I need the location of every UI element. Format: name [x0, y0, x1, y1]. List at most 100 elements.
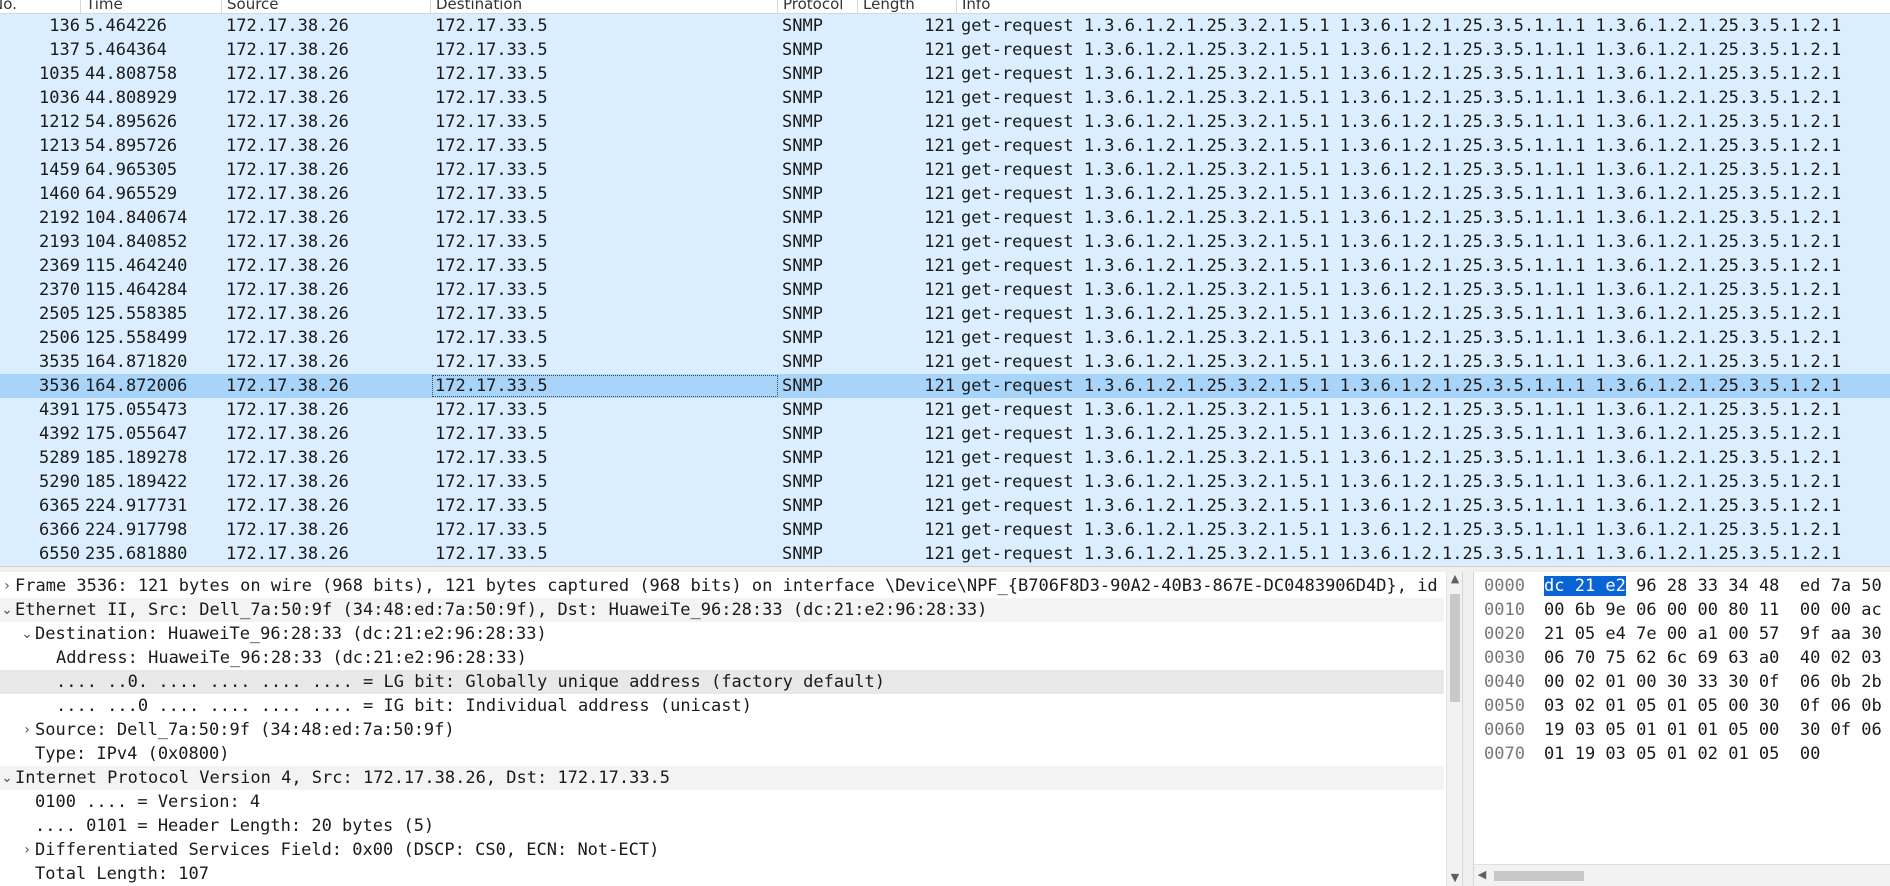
chevron-right-icon[interactable]: › [20, 718, 34, 742]
detail-tree-item[interactable]: ⌄ Destination: HuaweiTe_96:28:33 (dc:21:e… [0, 622, 1444, 646]
column-header-source[interactable]: Source [221, 0, 279, 13]
hex-bytes[interactable]: 19 03 05 01 01 01 05 00 30 0f 06 0 [1544, 718, 1890, 742]
packet-time: 54.895726 [85, 136, 178, 156]
packet-details-pane[interactable]: › Frame 3536: 121 bytes on wire (968 bits… [0, 572, 1462, 886]
packet-destination: 172.17.33.5 [435, 544, 548, 564]
packet-row[interactable]: 6365 224.917731 172.17.38.26 172.17.33.5 SNM… [0, 494, 1890, 518]
column-header-protocol[interactable]: Protocol [777, 0, 843, 13]
detail-tree-item-label: Type: IPv4 (0x0800) [35, 744, 230, 764]
column-header-time[interactable]: Time [80, 0, 123, 13]
column-header-destination[interactable]: Destination [430, 0, 522, 13]
chevron-down-icon[interactable]: ⌄ [0, 598, 14, 622]
hex-bytes[interactable]: 06 70 75 62 6c 69 63 a0 40 02 03 0 [1544, 646, 1890, 670]
hex-bytes[interactable]: 01 19 03 05 01 02 01 05 00 [1544, 742, 1820, 766]
packet-row[interactable]: 2506 125.558499 172.17.38.26 172.17.33.5 SNM… [0, 326, 1890, 350]
hex-bytes-text: 06 70 75 62 6c 69 63 a0 40 02 03 0 [1544, 648, 1890, 668]
packet-row[interactable]: 1213 54.895726 172.17.38.26 172.17.33.5 SNMP… [0, 134, 1890, 158]
packet-destination: 172.17.33.5 [435, 520, 548, 540]
detail-tree-item[interactable]: ⌄ Ethernet II, Src: Dell_7a:50:9f (34:48:… [0, 598, 1444, 622]
detail-tree-item[interactable]: › Differentiated Services Field: 0x00 (DS… [0, 838, 1444, 862]
packet-no: 6365 [39, 496, 80, 516]
hex-bytes[interactable]: dc 21 e2 96 28 33 34 48 ed 7a 50 9 [1544, 574, 1890, 598]
packet-no: 2369 [39, 256, 80, 276]
packet-row[interactable]: 6550 235.681880 172.17.38.26 172.17.33.5 SNM… [0, 542, 1890, 566]
bytes-horizontal-scrollbar[interactable]: ◀ [1474, 864, 1890, 886]
scroll-left-icon[interactable]: ◀ [1476, 868, 1488, 881]
detail-tree-item[interactable]: .... ...0 .... .... .... .... = IG bit: … [0, 694, 1444, 718]
packet-info: get-request 1.3.6.1.2.1.25.3.2.1.5.1 1.3… [961, 160, 1842, 180]
hex-bytes[interactable]: 03 02 01 05 01 05 00 30 0f 06 0b 2 [1544, 694, 1890, 718]
chevron-right-icon[interactable]: › [0, 574, 14, 598]
packet-destination: 172.17.33.5 [435, 280, 548, 300]
packet-destination: 172.17.33.5 [435, 256, 548, 276]
hex-dump-row: 0040 00 02 01 00 30 33 30 0f 06 0b 2b 0 [1474, 670, 1890, 694]
packet-row[interactable]: 1212 54.895626 172.17.38.26 172.17.33.5 SNMP… [0, 110, 1890, 134]
chevron-down-icon[interactable]: ⌄ [20, 622, 34, 646]
hex-bytes[interactable]: 21 05 e4 7e 00 a1 00 57 9f aa 30 4 [1544, 622, 1890, 646]
detail-tree-item[interactable]: .... ..0. .... .... .... .... = LG bit: … [0, 670, 1444, 694]
packet-row[interactable]: 2192 104.840674 172.17.38.26 172.17.33.5 SNM… [0, 206, 1890, 230]
hex-offset: 0010 [1484, 600, 1525, 620]
packet-source: 172.17.38.26 [226, 232, 349, 252]
packet-list[interactable]: No. Time Source Destination Protocol Len… [0, 0, 1890, 566]
packet-bytes-pane[interactable]: 0000 dc 21 e2 96 28 33 34 48 ed 7a 50 9 00… [1474, 572, 1890, 886]
bytes-scrollbar-thumb[interactable] [1494, 871, 1584, 881]
packet-source: 172.17.38.26 [226, 88, 349, 108]
packet-row[interactable]: 1459 64.965305 172.17.38.26 172.17.33.5 SNMP… [0, 158, 1890, 182]
packet-row[interactable]: 5289 185.189278 172.17.38.26 172.17.33.5 SNM… [0, 446, 1890, 470]
details-vertical-scrollbar[interactable]: ▲ ▼ [1446, 572, 1462, 886]
packet-row[interactable]: 1460 64.965529 172.17.38.26 172.17.33.5 SNMP… [0, 182, 1890, 206]
scroll-up-icon[interactable]: ▲ [1447, 572, 1463, 585]
packet-length: 121 [924, 40, 955, 60]
detail-tree-item[interactable]: › Source: Dell_7a:50:9f (34:48:ed:7a:50:9… [0, 718, 1444, 742]
packet-protocol: SNMP [782, 424, 823, 444]
packet-row[interactable]: 1036 44.808929 172.17.38.26 172.17.33.5 SNMP… [0, 86, 1890, 110]
packet-length: 121 [924, 64, 955, 84]
detail-tree-item[interactable]: Address: HuaweiTe_96:28:33 (dc:21:e2:96:… [0, 646, 1444, 670]
packet-info: get-request 1.3.6.1.2.1.25.3.2.1.5.1 1.3… [961, 280, 1842, 300]
detail-tree-item[interactable]: › Frame 3536: 121 bytes on wire (968 bits… [0, 574, 1458, 598]
hex-bytes[interactable]: 00 6b 9e 06 00 00 80 11 00 00 ac 1 [1544, 598, 1890, 622]
detail-tree-item[interactable]: .... 0101 = Header Length: 20 bytes (5) [0, 814, 1444, 838]
packet-destination: 172.17.33.5 [435, 64, 548, 84]
packet-length: 121 [924, 280, 955, 300]
packet-row[interactable]: 2505 125.558385 172.17.38.26 172.17.33.5 SNM… [0, 302, 1890, 326]
chevron-down-icon[interactable]: ⌄ [0, 766, 14, 790]
packet-source: 172.17.38.26 [226, 64, 349, 84]
detail-tree-item[interactable]: ⌄ Internet Protocol Version 4, Src: 172.1… [0, 766, 1444, 790]
packet-row[interactable]: 2369 115.464240 172.17.38.26 172.17.33.5 SNM… [0, 254, 1890, 278]
detail-tree-item[interactable]: Type: IPv4 (0x0800) [0, 742, 1444, 766]
selected-bytes[interactable]: dc 21 e2 [1544, 576, 1626, 596]
packet-row[interactable]: 4391 175.055473 172.17.38.26 172.17.33.5 SNM… [0, 398, 1890, 422]
packet-row[interactable]: 137 5.464364 172.17.38.26 172.17.33.5 SNMP 12… [0, 38, 1890, 62]
chevron-right-icon[interactable]: › [20, 838, 34, 862]
scroll-down-icon[interactable]: ▼ [1447, 871, 1463, 884]
packet-destination: 172.17.33.5 [435, 448, 548, 468]
packet-protocol: SNMP [782, 136, 823, 156]
packet-no: 4392 [39, 424, 80, 444]
hex-bytes[interactable]: 00 02 01 00 30 33 30 0f 06 0b 2b 0 [1544, 670, 1890, 694]
details-scrollbar-thumb[interactable] [1450, 594, 1460, 702]
detail-tree-item[interactable]: 0100 .... = Version: 4 [0, 790, 1444, 814]
packet-row[interactable]: 3535 164.871820 172.17.38.26 172.17.33.5 SNM… [0, 350, 1890, 374]
detail-tree-item[interactable]: Total Length: 107 [0, 862, 1444, 886]
packet-destination: 172.17.33.5 [435, 328, 548, 348]
column-header-info[interactable]: Info [956, 0, 990, 13]
column-header-length[interactable]: Length [857, 0, 915, 13]
packet-time: 115.464284 [85, 280, 188, 300]
packet-info: get-request 1.3.6.1.2.1.25.3.2.1.5.1 1.3… [961, 232, 1842, 252]
packet-row[interactable]: 2370 115.464284 172.17.38.26 172.17.33.5 SNM… [0, 278, 1890, 302]
packet-no: 1459 [39, 160, 80, 180]
packet-row[interactable]: 1035 44.808758 172.17.38.26 172.17.33.5 SNMP… [0, 62, 1890, 86]
packet-info: get-request 1.3.6.1.2.1.25.3.2.1.5.1 1.3… [961, 88, 1842, 108]
column-header-no[interactable]: No. [0, 0, 17, 13]
packet-row[interactable]: 4392 175.055647 172.17.38.26 172.17.33.5 SNM… [0, 422, 1890, 446]
packet-row[interactable]: 136 5.464226 172.17.38.26 172.17.33.5 SNMP 12… [0, 14, 1890, 38]
packet-row[interactable]: 6366 224.917798 172.17.38.26 172.17.33.5 SNM… [0, 518, 1890, 542]
packet-row[interactable]: 5290 185.189422 172.17.38.26 172.17.33.5 SNM… [0, 470, 1890, 494]
packet-destination: 172.17.33.5 [435, 376, 548, 396]
pane-splitter-vertical[interactable] [1462, 572, 1474, 886]
packet-row[interactable]: 2193 104.840852 172.17.38.26 172.17.33.5 SNM… [0, 230, 1890, 254]
packet-no: 2193 [39, 232, 80, 252]
packet-row[interactable]: 3536 164.872006 172.17.38.26 172.17.33.5 SNM… [0, 374, 1890, 398]
